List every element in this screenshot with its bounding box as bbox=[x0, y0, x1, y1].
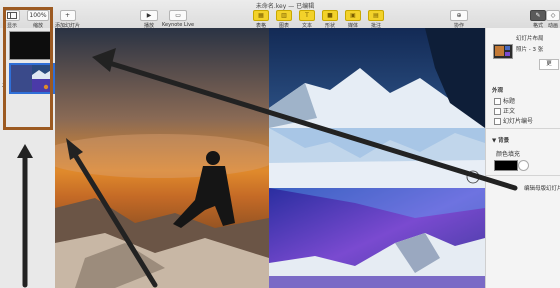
title-checkbox-label: 标题 bbox=[503, 98, 516, 105]
slide-thumbnail-2[interactable] bbox=[9, 63, 55, 94]
media-button[interactable]: ▣ 媒体 bbox=[345, 10, 361, 29]
sunset-photo bbox=[55, 28, 280, 288]
zoom-button[interactable]: 100% 缩放 bbox=[27, 10, 49, 29]
format-button[interactable]: ✎ 格式 bbox=[530, 10, 546, 29]
slide-thumbnail-1[interactable] bbox=[9, 31, 53, 60]
table-button[interactable]: ▦ 表格 bbox=[253, 10, 269, 29]
inspector-header: 幻灯片布局 bbox=[516, 36, 544, 42]
layout-name[interactable]: 照片 - 3 张 bbox=[516, 45, 543, 53]
chart-icon: ▥ bbox=[276, 10, 292, 21]
comment-icon: ▤ bbox=[368, 10, 384, 21]
slide-number-2: 2 bbox=[2, 83, 6, 89]
toolbar: 未命名.key — 已编辑 显示 100% 缩放 + 添加幻灯片 ▶ 播放 ▭ … bbox=[0, 0, 560, 29]
slide-canvas[interactable] bbox=[55, 28, 485, 288]
animate-button[interactable]: ◇ 动画 bbox=[546, 10, 560, 29]
monitor-icon: ▭ bbox=[169, 10, 188, 21]
body-checkbox[interactable] bbox=[494, 108, 501, 115]
appearance-title: 外观 bbox=[492, 88, 504, 94]
keynote-live-button[interactable]: ▭ Keynote Live bbox=[162, 10, 194, 28]
play-icon: ▶ bbox=[140, 10, 158, 21]
zoom-value: 100% bbox=[27, 10, 49, 21]
text-button[interactable]: T 文本 bbox=[299, 10, 315, 29]
media-icon: ▣ bbox=[345, 10, 361, 21]
edit-master-slide-button[interactable]: 编辑母版幻灯片 bbox=[524, 184, 560, 192]
night-sky-photo bbox=[269, 188, 485, 288]
view-button[interactable]: 显示 bbox=[4, 10, 20, 29]
layout-thumbnail bbox=[493, 44, 513, 59]
animate-icon: ◇ bbox=[546, 10, 560, 21]
text-icon: T bbox=[299, 10, 315, 21]
color-wheel-icon[interactable] bbox=[518, 160, 529, 171]
plus-icon: + bbox=[59, 10, 76, 21]
format-inspector: 幻灯片布局 照片 - 3 张 更 外观 标题 正文 幻灯片编号 ▼ 背景 颜色填… bbox=[485, 28, 560, 288]
shape-button[interactable]: ■ 形状 bbox=[322, 10, 338, 29]
collaborate-icon: ⊕ bbox=[450, 10, 468, 21]
fill-type-select[interactable]: 颜色填充 bbox=[496, 149, 520, 158]
add-slide-button[interactable]: + 添加幻灯片 bbox=[55, 10, 80, 29]
body-checkbox-row[interactable]: 正文 bbox=[494, 106, 515, 115]
play-button[interactable]: ▶ 播放 bbox=[140, 10, 158, 29]
background-title: 背景 bbox=[498, 138, 510, 144]
title-checkbox[interactable] bbox=[494, 98, 501, 105]
change-layout-button[interactable]: 更 bbox=[539, 59, 559, 70]
document-title: 未命名.key — 已编辑 bbox=[255, 3, 315, 10]
thumbnail-image bbox=[11, 65, 53, 92]
comment-button[interactable]: ▤ 批注 bbox=[368, 10, 384, 29]
shape-icon: ■ bbox=[322, 10, 338, 21]
slide-number-checkbox-row[interactable]: 幻灯片编号 bbox=[494, 116, 533, 125]
sidebar-icon bbox=[4, 10, 20, 21]
background-color-well[interactable] bbox=[494, 160, 518, 171]
body-checkbox-label: 正文 bbox=[503, 108, 516, 115]
chart-button[interactable]: ▥ 图表 bbox=[276, 10, 292, 29]
inspector-divider-2 bbox=[486, 175, 560, 176]
slide-photos bbox=[55, 28, 485, 288]
inspector-divider bbox=[486, 128, 560, 129]
slide-number-checkbox[interactable] bbox=[494, 118, 501, 125]
slide-number-checkbox-label: 幻灯片编号 bbox=[503, 118, 534, 125]
table-icon: ▦ bbox=[253, 10, 269, 21]
collaborate-button[interactable]: ⊕ 协作 bbox=[450, 10, 468, 29]
mountain-lake-photo bbox=[269, 28, 485, 188]
title-checkbox-row[interactable]: 标题 bbox=[494, 96, 515, 105]
format-icon: ✎ bbox=[530, 10, 546, 21]
background-section[interactable]: ▼ 背景 bbox=[492, 136, 509, 144]
